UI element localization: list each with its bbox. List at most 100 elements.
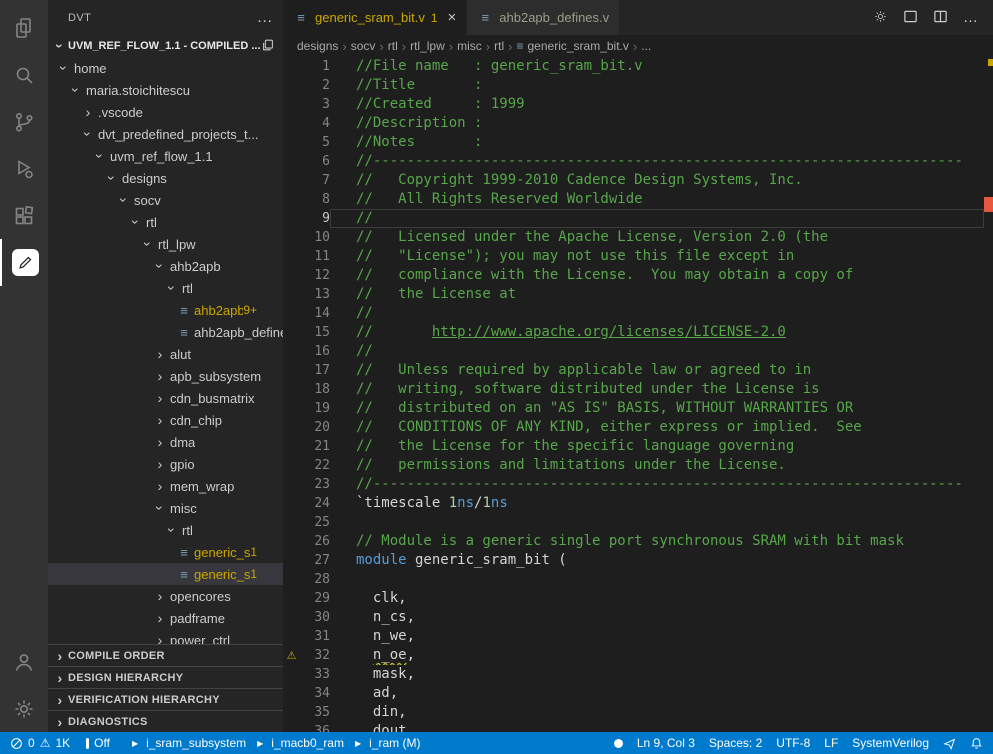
folder-item-socv[interactable]: ›socv — [48, 189, 283, 211]
tab-generic-sram-bit[interactable]: ≡ generic_sram_bit.v 1 × — [283, 0, 467, 35]
tab-ahb2apb-defines[interactable]: ≡ ahb2apb_defines.v — [467, 0, 620, 35]
folder-item-mem-wrap[interactable]: ›mem_wrap — [48, 475, 283, 497]
panel-verification-hierarchy[interactable]: › VERIFICATION HIERARCHY — [48, 688, 283, 710]
code-line-9[interactable]: 9// — [283, 209, 993, 228]
code-line-8[interactable]: 8// All Rights Reserved Worldwide — [283, 190, 993, 209]
code-line-23[interactable]: 23//------------------------------------… — [283, 475, 993, 494]
code-editor[interactable]: 1//File name : generic_sram_bit.v2//Titl… — [283, 57, 993, 732]
folder-item-dma[interactable]: ›dma — [48, 431, 283, 453]
code-line-13[interactable]: 13// the License at — [283, 285, 993, 304]
split-editor-icon[interactable] — [933, 9, 948, 27]
dvt-connection-status[interactable] — [614, 739, 623, 748]
search-icon[interactable] — [0, 51, 48, 98]
file-item-ahb2apb-define-[interactable]: ≡ahb2apb_define... — [48, 321, 283, 343]
accounts-icon[interactable] — [0, 638, 48, 685]
code-line-2[interactable]: 2//Title : — [283, 76, 993, 95]
folder-item-designs[interactable]: ›designs — [48, 167, 283, 189]
folder-item-rtl[interactable]: ›rtl — [48, 211, 283, 233]
code-line-16[interactable]: 16// — [283, 342, 993, 361]
folder-item-ahb2apb[interactable]: ›ahb2apb — [48, 255, 283, 277]
open-editors-icon[interactable] — [261, 38, 275, 55]
folder-item-power-ctrl[interactable]: ›power_ctrl — [48, 629, 283, 644]
code-line-18[interactable]: 18// writing, software distributed under… — [283, 380, 993, 399]
code-line-6[interactable]: 6//-------------------------------------… — [283, 152, 993, 171]
code-line-31[interactable]: 31 n_we, — [283, 627, 993, 646]
code-line-19[interactable]: 19// distributed on an "AS IS" BASIS, WI… — [283, 399, 993, 418]
folder-item--vscode[interactable]: ›.vscode — [48, 101, 283, 123]
folder-item-cdn-chip[interactable]: ›cdn_chip — [48, 409, 283, 431]
settings-gear-icon[interactable] — [0, 685, 48, 732]
code-line-7[interactable]: 7// Copyright 1999-2010 Cadence Design S… — [283, 171, 993, 190]
code-line-4[interactable]: 4//Description : — [283, 114, 993, 133]
indentation-status[interactable]: Spaces: 2 — [709, 736, 762, 750]
folder-item-gpio[interactable]: ›gpio — [48, 453, 283, 475]
breadcrumb-item[interactable]: rtl — [388, 39, 398, 53]
code-line-15[interactable]: 15// http://www.apache.org/licenses/LICE… — [283, 323, 993, 342]
file-item-ahb2apb-v[interactable]: ≡ahb2apb.v9+ — [48, 299, 283, 321]
run-and-debug-icon[interactable] — [0, 145, 48, 192]
breadcrumb-item[interactable]: socv — [351, 39, 376, 53]
code-line-5[interactable]: 5//Notes : — [283, 133, 993, 152]
code-line-33[interactable]: 33 mask, — [283, 665, 993, 684]
more-actions-icon[interactable]: … — [963, 9, 979, 26]
language-mode-status[interactable]: SystemVerilog — [852, 736, 929, 750]
code-line-10[interactable]: 10// Licensed under the Apache License, … — [283, 228, 993, 247]
panel-compile-order[interactable]: › COMPILE ORDER — [48, 644, 283, 666]
code-line-27[interactable]: 27module generic_sram_bit ( — [283, 551, 993, 570]
extensions-icon[interactable] — [0, 192, 48, 239]
folder-item-misc[interactable]: ›misc — [48, 497, 283, 519]
folder-item-opencores[interactable]: ›opencores — [48, 585, 283, 607]
code-line-11[interactable]: 11// "License"); you may not use this fi… — [283, 247, 993, 266]
code-line-22[interactable]: 22// permissions and limitations under t… — [283, 456, 993, 475]
code-line-36[interactable]: 36 dout, — [283, 722, 993, 732]
breadcrumb-item[interactable]: ... — [641, 39, 651, 53]
breadcrumb-item[interactable]: misc — [457, 39, 482, 53]
notifications-bell-icon[interactable] — [970, 737, 983, 750]
breadcrumb-item[interactable]: rtl_lpw — [410, 39, 445, 53]
cursor-position[interactable]: Ln 9, Col 3 — [637, 736, 695, 750]
folder-item-rtl-lpw[interactable]: ›rtl_lpw — [48, 233, 283, 255]
hierarchy-item[interactable]: i_macb0_ram — [271, 736, 344, 750]
breadcrumb-item[interactable]: generic_sram_bit.v — [528, 39, 629, 53]
hierarchy-item[interactable]: i_ram (M) — [369, 736, 420, 750]
folder-item-apb-subsystem[interactable]: ›apb_subsystem — [48, 365, 283, 387]
project-root-row[interactable]: › UVM_REF_FLOW_1.1 - COMPILED ... — [48, 35, 283, 57]
folder-item-maria-stoichitescu[interactable]: ›maria.stoichitescu — [48, 79, 283, 101]
folder-item-alut[interactable]: ›alut — [48, 343, 283, 365]
folder-item-uvm-ref-flow-1-1[interactable]: ›uvm_ref_flow_1.1 — [48, 145, 283, 167]
explorer-icon[interactable] — [0, 4, 48, 51]
code-line-34[interactable]: 34 ad, — [283, 684, 993, 703]
code-line-14[interactable]: 14// — [283, 304, 993, 323]
folder-item-rtl[interactable]: ›rtl — [48, 277, 283, 299]
code-line-25[interactable]: 25 — [283, 513, 993, 532]
breadcrumb-item[interactable]: designs — [297, 39, 338, 53]
folder-item-cdn-busmatrix[interactable]: ›cdn_busmatrix — [48, 387, 283, 409]
panel-design-hierarchy[interactable]: › DESIGN HIERARCHY — [48, 666, 283, 688]
gear-icon[interactable] — [873, 9, 888, 27]
code-line-1[interactable]: 1//File name : generic_sram_bit.v — [283, 57, 993, 76]
code-line-20[interactable]: 20// CONDITIONS OF ANY KIND, either expr… — [283, 418, 993, 437]
file-item-generic-sra-[interactable]: ≡generic_sra...1 — [48, 563, 283, 585]
encoding-status[interactable]: UTF-8 — [776, 736, 810, 750]
folder-item-rtl[interactable]: ›rtl — [48, 519, 283, 541]
panel-diagnostics[interactable]: › DIAGNOSTICS — [48, 710, 283, 732]
code-line-26[interactable]: 26// Module is a generic single port syn… — [283, 532, 993, 551]
folder-item-home[interactable]: ›home — [48, 57, 283, 79]
dvt-toggle-status[interactable]: Off — [86, 736, 110, 750]
code-line-21[interactable]: 21// the License for the specific langua… — [283, 437, 993, 456]
folder-item-dvt-predefined-projects-t-[interactable]: ›dvt_predefined_projects_t... — [48, 123, 283, 145]
hierarchy-item[interactable]: i_sram_subsystem — [146, 736, 246, 750]
code-line-3[interactable]: 3//Created : 1999 — [283, 95, 993, 114]
code-line-30[interactable]: 30 n_cs, — [283, 608, 993, 627]
code-line-28[interactable]: 28 — [283, 570, 993, 589]
layout-icon[interactable] — [903, 9, 918, 27]
code-line-12[interactable]: 12// compliance with the License. You ma… — [283, 266, 993, 285]
source-control-icon[interactable] — [0, 98, 48, 145]
code-line-35[interactable]: 35 din, — [283, 703, 993, 722]
more-actions-icon[interactable]: … — [257, 14, 273, 22]
code-line-17[interactable]: 17// Unless required by applicable law o… — [283, 361, 993, 380]
problems-status[interactable]: 0 ⚠ 1K — [10, 736, 70, 750]
close-icon[interactable]: × — [448, 9, 457, 26]
folder-item-padframe[interactable]: ›padframe — [48, 607, 283, 629]
breadcrumb-item[interactable]: rtl — [494, 39, 504, 53]
